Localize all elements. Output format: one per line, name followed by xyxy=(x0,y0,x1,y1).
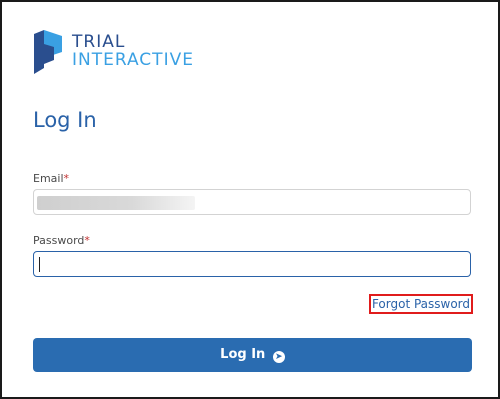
password-label: Password* xyxy=(33,234,90,248)
password-label-text: Password xyxy=(33,234,85,247)
trial-interactive-logo-icon xyxy=(34,30,62,74)
text-cursor xyxy=(39,257,40,272)
required-mark: * xyxy=(63,172,70,185)
login-button-label: Log In xyxy=(220,347,266,362)
page-title: Log In xyxy=(33,108,97,132)
forgot-password-link[interactable]: Forgot Password xyxy=(369,294,473,314)
redacted-email-value xyxy=(37,196,195,210)
email-field[interactable] xyxy=(33,189,471,215)
login-panel: TRIAL INTERACTIVE Log In Email* Password… xyxy=(0,0,500,399)
circle-arrow-right-icon: ➤ xyxy=(272,351,285,363)
brand-logo: TRIAL INTERACTIVE xyxy=(32,30,202,74)
login-button[interactable]: Log In ➤ xyxy=(33,338,472,372)
brand-name-line1: TRIAL xyxy=(72,32,126,52)
email-label: Email* xyxy=(33,172,69,186)
required-mark: * xyxy=(84,234,90,247)
password-field[interactable] xyxy=(33,251,471,277)
email-label-text: Email xyxy=(33,172,64,185)
brand-name-line2: INTERACTIVE xyxy=(72,50,194,70)
